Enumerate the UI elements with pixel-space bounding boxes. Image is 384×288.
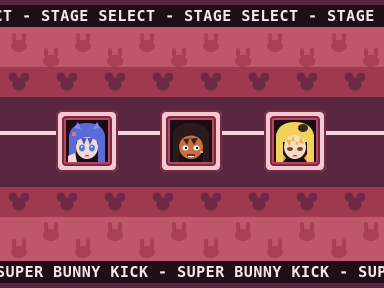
bunny-icon (267, 33, 283, 52)
bunny-icon (235, 222, 251, 241)
mouse-ears-icon (104, 72, 126, 91)
bunny-icon (235, 48, 251, 67)
mouse-ears-icon (152, 72, 174, 91)
bottom-marquee-text: SUPER BUNNY KICK - SUPER BUNNY KICK - SU… (0, 263, 384, 281)
bunny-icon (363, 48, 379, 67)
mouse-ears-icon (200, 192, 222, 211)
bunny-icon (11, 33, 27, 52)
bunny-icon (299, 222, 315, 241)
mouse-ears-icon (152, 192, 174, 211)
mouse-ears-icon (104, 192, 126, 211)
stage-2-tile[interactable] (160, 110, 222, 172)
bunny-icon (267, 239, 283, 258)
mouse-ears-icon (344, 192, 366, 211)
bunny-icon (43, 222, 59, 241)
bunny-icon (203, 33, 219, 52)
stage-3-portrait (274, 120, 316, 162)
bottom-marquee: SUPER BUNNY KICK - SUPER BUNNY KICK - SU… (0, 261, 384, 283)
mouse-ears-icon (296, 72, 318, 91)
mouse-ears-icon (56, 72, 78, 91)
mouse-ears-icon (8, 192, 30, 211)
bunny-icon (11, 239, 27, 258)
mouse-ears-icon (344, 72, 366, 91)
bunny-icon (171, 222, 187, 241)
bunny-icon (43, 48, 59, 67)
stage-3-tile[interactable] (264, 110, 326, 172)
bunny-icon (75, 33, 91, 52)
top-marquee-text: ECT - STAGE SELECT - STAGE SELECT - STAG… (0, 7, 384, 25)
mouse-ears-icon (248, 192, 270, 211)
mouse-ears-icon (296, 192, 318, 211)
bunny-icon (107, 48, 123, 67)
top-marquee: ECT - STAGE SELECT - STAGE SELECT - STAG… (0, 5, 384, 27)
stage-1-portrait (66, 120, 108, 162)
bunny-icon (203, 239, 219, 258)
mouse-ears-icon (8, 72, 30, 91)
bunny-icon (299, 48, 315, 67)
bunny-icon (331, 33, 347, 52)
bunny-icon (107, 222, 123, 241)
bunny-icon (139, 239, 155, 258)
mouse-ears-icon (56, 192, 78, 211)
bunny-icon (171, 48, 187, 67)
mouse-ears-icon (200, 72, 222, 91)
stage-1-tile[interactable] (56, 110, 118, 172)
mouse-ears-icon (248, 72, 270, 91)
bunny-icon (75, 239, 91, 258)
bunny-icon (363, 222, 379, 241)
bunny-icon (139, 33, 155, 52)
stage-2-portrait (170, 120, 212, 162)
bunny-icon (331, 239, 347, 258)
